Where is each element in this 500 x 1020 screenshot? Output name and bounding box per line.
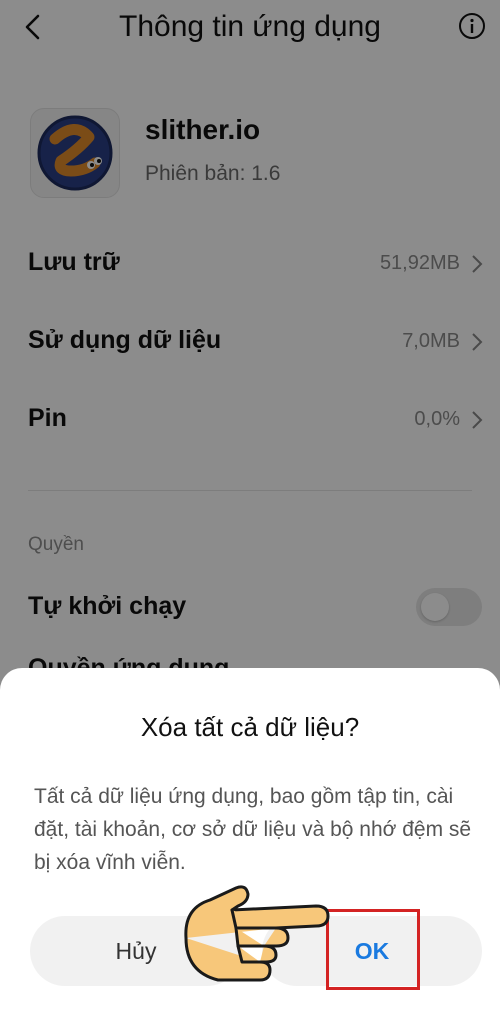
dialog-title: Xóa tất cả dữ liệu? [140, 712, 360, 742]
dialog-message: Tất cả dữ liệu ứng dụng, bao gồm tập tin… [34, 785, 472, 874]
pointing-hand-icon [184, 885, 330, 982]
ok-highlight-box [326, 909, 420, 990]
